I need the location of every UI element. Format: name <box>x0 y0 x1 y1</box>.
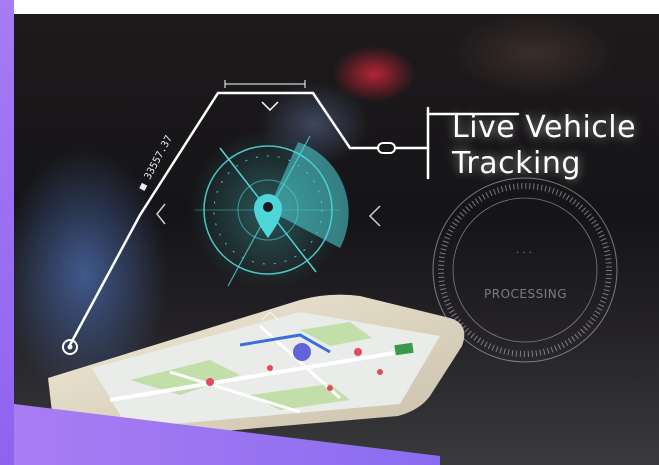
image-frame: · · · ■ 33557.37 Live Vehicle Tracking P… <box>0 0 659 465</box>
hero-title-line1: Live Vehicle <box>452 110 637 145</box>
svg-text:· · ·: · · · <box>516 248 532 259</box>
chevron-left-icon-right <box>368 205 381 227</box>
processing-status: PROCESSING <box>484 287 568 301</box>
chevron-left-icon <box>156 203 166 225</box>
chevron-down-icon <box>261 101 279 112</box>
hud-overlay: · · · <box>14 80 618 465</box>
connector-node <box>377 142 396 154</box>
hero-title-line2: Tracking <box>452 146 581 181</box>
